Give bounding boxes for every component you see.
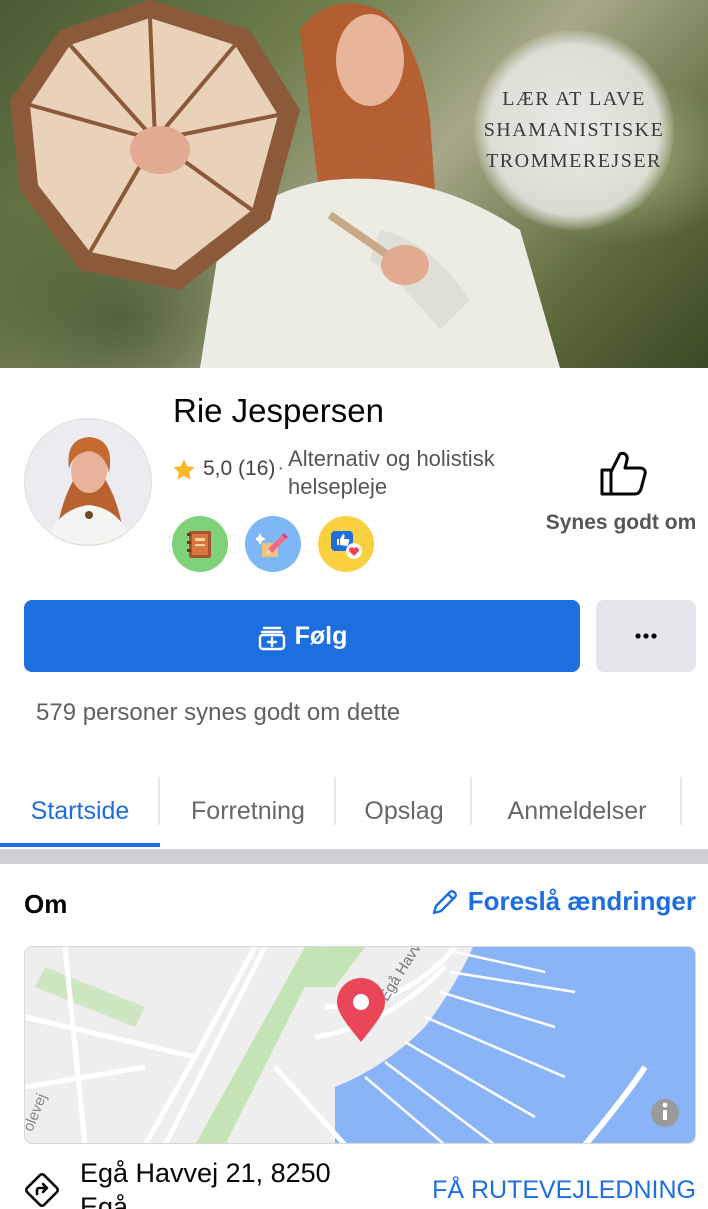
cover-badge-line: LÆR AT LAVE <box>502 87 646 110</box>
rating-value: 5,0 (16) <box>203 457 276 480</box>
tab-label: Anmeldelser <box>507 796 647 825</box>
directions-sign-icon <box>24 1172 60 1208</box>
more-options-button[interactable] <box>596 600 696 672</box>
suggest-edits-label: Foreslå ændringer <box>467 886 696 916</box>
page-name: Rie Jespersen <box>173 392 384 429</box>
rating-separator: · <box>277 457 285 479</box>
suggest-edits-link[interactable]: Foreslå ændringer <box>430 886 696 917</box>
active-tab-indicator <box>0 843 160 847</box>
tab-bar: Startside Forretning Opslag Anmeldelser <box>0 773 708 849</box>
tab-opslag[interactable]: Opslag <box>336 773 472 849</box>
pencil-icon <box>432 889 457 914</box>
pencil-badge-icon[interactable] <box>245 516 301 572</box>
address-text[interactable]: Egå Havvej 21, 8250 Egå <box>80 1156 380 1209</box>
location-map[interactable]: Egå Havvej olevej <box>24 946 696 1144</box>
like-page-button[interactable]: Synes godt om <box>540 448 708 535</box>
map-graphic: Egå Havvej olevej <box>25 947 695 1143</box>
tab-anmeldelser[interactable]: Anmeldelser <box>472 773 682 849</box>
badge-row <box>172 516 374 572</box>
thumbs-up-icon <box>600 451 647 496</box>
star-icon <box>173 459 195 480</box>
cover-text-badge: LÆR AT LAVE SHAMANISTISKE TROMMEREJSER <box>474 30 674 230</box>
tab-startside[interactable]: Startside <box>0 773 160 849</box>
cover-badge-line: SHAMANISTISKE <box>483 118 665 141</box>
follow-label: Følg <box>294 621 348 650</box>
more-dots-icon <box>635 633 657 639</box>
map-info-icon <box>651 1099 679 1127</box>
tab-label: Startside <box>30 796 130 825</box>
book-badge-icon[interactable] <box>172 516 228 572</box>
avatar-portrait <box>25 419 151 545</box>
follow-button[interactable]: Følg <box>24 600 580 672</box>
page-category: Alternativ og holistisk helsepleje <box>288 446 495 499</box>
follow-icon <box>258 626 285 651</box>
about-heading: Om <box>24 889 68 919</box>
like-page-label: Synes godt om <box>545 511 697 534</box>
tab-forretning[interactable]: Forretning <box>160 773 336 849</box>
profile-avatar[interactable] <box>24 418 152 546</box>
likes-summary[interactable]: 579 personer synes godt om dette <box>36 699 400 727</box>
tab-label: Forretning <box>191 796 305 825</box>
cover-photo[interactable]: LÆR AT LAVE SHAMANISTISKE TROMMEREJSER <box>0 0 708 368</box>
like-love-badge-icon[interactable] <box>318 516 374 572</box>
cover-badge-line: TROMMEREJSER <box>486 149 662 172</box>
tab-label: Opslag <box>364 796 444 825</box>
get-directions-button[interactable]: FÅ RUTEVEJLEDNING <box>432 1176 696 1205</box>
page-screen: LÆR AT LAVE SHAMANISTISKE TROMMEREJSER R… <box>0 0 708 1209</box>
section-divider <box>0 849 708 864</box>
rating-row[interactable]: 5,0 (16) · Alternativ og holistisk helse… <box>172 445 518 501</box>
